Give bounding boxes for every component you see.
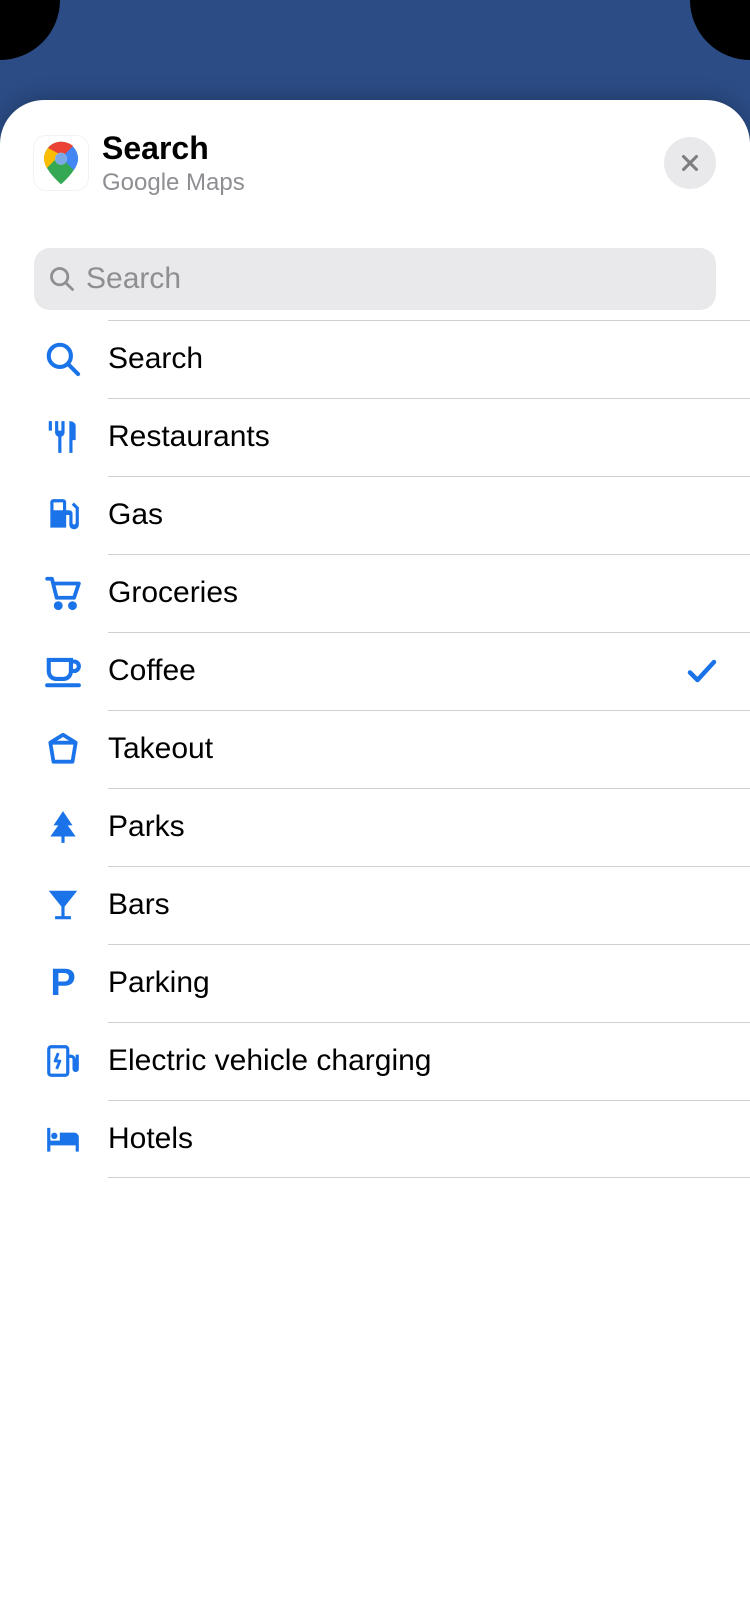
groceries-icon	[40, 570, 86, 616]
close-icon	[679, 152, 701, 174]
category-label: Hotels	[108, 1122, 720, 1156]
category-parking[interactable]: P Parking	[0, 944, 750, 1022]
category-gas[interactable]: Gas	[0, 476, 750, 554]
category-bars[interactable]: Bars	[0, 866, 750, 944]
gas-icon	[40, 492, 86, 538]
category-label: Restaurants	[108, 420, 720, 454]
category-takeout[interactable]: Takeout	[0, 710, 750, 788]
category-label: Coffee	[108, 654, 684, 688]
sheet-header: Search Google Maps	[0, 124, 750, 214]
takeout-icon	[40, 726, 86, 772]
category-label: Parks	[108, 810, 720, 844]
search-input[interactable]	[86, 262, 702, 296]
category-label: Electric vehicle charging	[108, 1044, 720, 1078]
parks-icon	[40, 804, 86, 850]
category-restaurants[interactable]: Restaurants	[0, 398, 750, 476]
category-groceries[interactable]: Groceries	[0, 554, 750, 632]
category-search[interactable]: Search	[0, 320, 750, 398]
category-ev-charging[interactable]: Electric vehicle charging	[0, 1022, 750, 1100]
search-input-field[interactable]	[34, 248, 716, 310]
category-hotels[interactable]: Hotels	[0, 1100, 750, 1178]
category-label: Takeout	[108, 732, 720, 766]
category-label: Parking	[108, 966, 720, 1000]
restaurant-icon	[40, 414, 86, 460]
category-label: Bars	[108, 888, 720, 922]
category-parks[interactable]: Parks	[0, 788, 750, 866]
parking-icon: P	[40, 960, 86, 1006]
category-label: Groceries	[108, 576, 720, 610]
bars-icon	[40, 882, 86, 928]
checkmark-icon	[684, 653, 720, 689]
category-label: Gas	[108, 498, 720, 532]
search-icon	[48, 265, 76, 293]
search-sheet: Search Google Maps Search Restaurants	[0, 100, 750, 1623]
sheet-subtitle: Google Maps	[102, 169, 664, 197]
sheet-title: Search	[102, 130, 664, 167]
close-button[interactable]	[664, 137, 716, 189]
coffee-icon	[40, 648, 86, 694]
category-label: Search	[108, 342, 720, 376]
search-icon	[40, 336, 86, 382]
category-coffee[interactable]: Coffee	[0, 632, 750, 710]
ev-charging-icon	[40, 1038, 86, 1084]
category-list: Search Restaurants Gas Groceries Coffee	[0, 320, 750, 1178]
google-maps-app-icon	[34, 136, 88, 190]
hotels-icon	[40, 1116, 86, 1162]
